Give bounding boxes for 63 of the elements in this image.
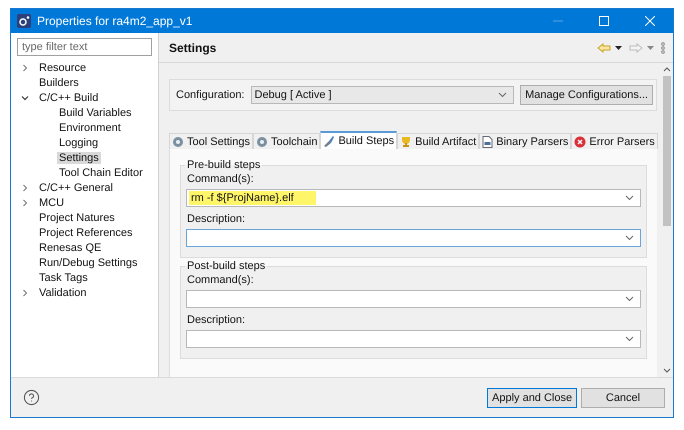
- chevron-down-icon: [625, 336, 634, 342]
- dialog-button[interactable]: Apply and Close: [487, 388, 577, 408]
- combo-field[interactable]: [186, 229, 641, 247]
- combo-field[interactable]: [186, 330, 641, 348]
- gear-icon: [172, 136, 184, 148]
- brush-icon: [323, 135, 336, 147]
- tree-item[interactable]: Validation: [37, 286, 88, 298]
- tree-item[interactable]: Renesas QE: [37, 242, 104, 254]
- field-label: Command(s):: [187, 173, 255, 185]
- configuration-dropdown[interactable]: Debug [ Active ]: [250, 86, 514, 104]
- group-title: Pre-build steps: [186, 159, 262, 171]
- collapsed-chevron-icon[interactable]: [21, 184, 29, 192]
- tab[interactable]: Toolchain: [252, 133, 320, 149]
- field-label: Description:: [187, 314, 246, 326]
- chevron-down-icon: [625, 296, 634, 302]
- tab[interactable]: Tool Settings: [169, 133, 253, 149]
- tree-item[interactable]: Settings: [57, 152, 101, 164]
- tree-item[interactable]: Project Natures: [37, 212, 117, 224]
- gear-icon: [256, 136, 268, 148]
- chevron-down-icon: [625, 195, 634, 201]
- collapsed-chevron-icon[interactable]: [21, 288, 29, 296]
- chevron-down-icon: [498, 92, 508, 98]
- scroll-up-icon[interactable]: [663, 67, 671, 72]
- help-icon[interactable]: [23, 389, 40, 406]
- tab[interactable]: Binary Parsers: [479, 133, 572, 149]
- page-title: Settings: [169, 40, 218, 54]
- trophy-icon: [400, 136, 412, 148]
- collapsed-chevron-icon[interactable]: [21, 198, 29, 206]
- configuration-label: Configuration:: [176, 89, 244, 101]
- group-title: Post-build steps: [186, 260, 266, 272]
- tab[interactable]: Build Artifact: [397, 133, 480, 149]
- close-icon[interactable]: [645, 16, 655, 26]
- app-logo-icon: [17, 14, 31, 28]
- tree-item[interactable]: Environment: [57, 122, 123, 134]
- tree-item[interactable]: Run/Debug Settings: [37, 256, 140, 268]
- tab[interactable]: Error Parsers: [571, 133, 658, 149]
- tree-item[interactable]: MCU: [37, 196, 66, 208]
- expanded-chevron-icon[interactable]: [21, 94, 29, 102]
- collapsed-chevron-icon[interactable]: [21, 64, 29, 72]
- field-label: Command(s):: [187, 274, 255, 286]
- combo-field[interactable]: rm -f ${ProjName}.elf: [186, 189, 641, 207]
- field-label: Description:: [187, 213, 246, 225]
- tree-item[interactable]: Tool Chain Editor: [57, 166, 145, 178]
- menu-icon[interactable]: [661, 42, 665, 54]
- window-title: Properties for ra4m2_app_v1: [37, 14, 194, 28]
- chevron-down-icon: [625, 235, 634, 241]
- tree-item[interactable]: Logging: [57, 136, 100, 148]
- filter-field[interactable]: type filter text: [17, 38, 152, 56]
- dropdown-caret-icon[interactable]: [614, 44, 623, 50]
- tree-item[interactable]: C/C++ General: [37, 182, 115, 194]
- tree-item[interactable]: Project References: [37, 226, 135, 238]
- combo-field[interactable]: [186, 290, 641, 308]
- tree-item[interactable]: Task Tags: [37, 272, 90, 284]
- tree-item[interactable]: Build Variables: [57, 106, 134, 118]
- tree-item[interactable]: Builders: [37, 76, 81, 88]
- tree-item[interactable]: C/C++ Build: [37, 92, 100, 104]
- tree-item[interactable]: Resource: [37, 62, 88, 74]
- scroll-down-icon[interactable]: [663, 368, 671, 373]
- maximize-icon[interactable]: [599, 16, 609, 26]
- scrollbar-thumb[interactable]: [663, 76, 671, 226]
- dialog-button[interactable]: Cancel: [581, 388, 665, 408]
- manage-configurations-button[interactable]: Manage Configurations...: [520, 85, 653, 105]
- tab[interactable]: Build Steps: [320, 131, 398, 149]
